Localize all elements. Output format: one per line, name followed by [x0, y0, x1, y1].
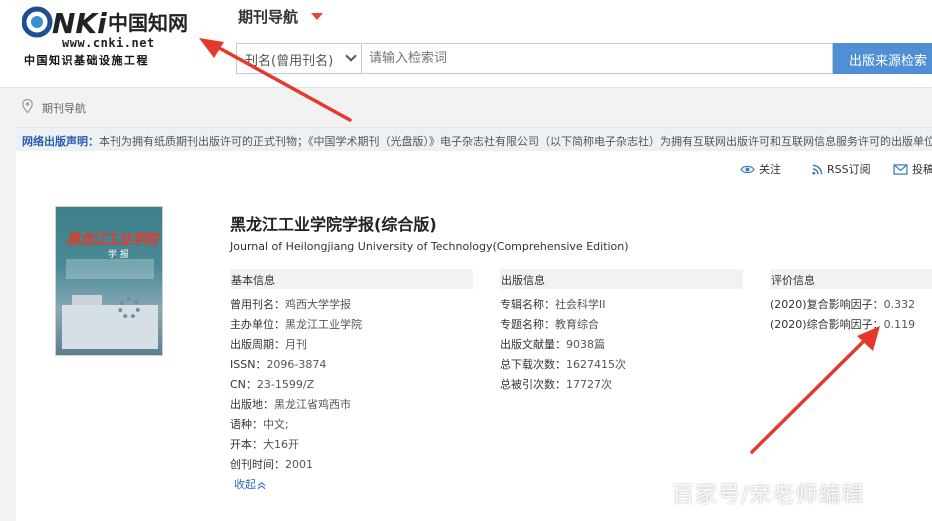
field-value: 1627415次	[566, 358, 626, 371]
cover-title: 黑龙江工业学院	[66, 232, 158, 248]
basic-info-heading: 基本信息	[230, 269, 473, 289]
field-value: 社会科学II	[555, 298, 606, 311]
field-label: 出版文献量：	[500, 338, 566, 351]
envelope-icon	[893, 163, 908, 175]
field-value: 中文;	[263, 418, 289, 431]
top-header: NKi 中国知网 www.cnki.net 中国知识基础设施工程 期刊导航 刊名…	[0, 0, 932, 88]
watermark: 百家号/宋老师编辑	[672, 483, 865, 508]
field-label: 总被引次数：	[500, 378, 566, 391]
field-format: 开本：大16开	[230, 436, 299, 452]
field-value: 2096-3874	[266, 358, 327, 371]
logo-tagline: 中国知识基础设施工程	[24, 54, 149, 67]
journal-nav-menu[interactable]: 期刊导航	[238, 6, 298, 27]
pub-info-heading: 出版信息	[500, 269, 743, 289]
publication-source-search-button[interactable]: 出版来源检索	[833, 43, 932, 74]
field-value: 0.332	[883, 298, 916, 311]
field-sponsor: 主办单位：黑龙江工业学院	[230, 316, 362, 332]
field-value: 鸡西大学学报	[285, 298, 351, 311]
field-label: 开本：	[230, 438, 263, 451]
publishing-notice: 网络出版声明：本刊为拥有纸质期刊出版许可的正式刊物；《中国学术期刊（光盘版）》电…	[16, 127, 932, 151]
cnki-logo[interactable]: NKi 中国知网 www.cnki.net 中国知识基础设施工程	[22, 6, 192, 68]
field-label: 出版地：	[230, 398, 274, 411]
double-chevron-up-icon	[257, 481, 266, 489]
eval-info-heading: 评价信息	[770, 269, 932, 289]
field-value: 月刊	[285, 338, 307, 351]
submit-manuscript-button[interactable]: 投稿	[893, 161, 932, 177]
search-input[interactable]	[363, 43, 833, 74]
chevron-down-icon	[345, 50, 357, 62]
cover-gear-icon	[118, 297, 140, 319]
field-language: 语种：中文;	[230, 416, 289, 432]
journal-detail-card: 关注 RSS订阅 投稿 黑龙江工业学院 学 报 黑龙江工业学院学报(综合版) J…	[16, 151, 932, 521]
field-value: 23-1599/Z	[256, 378, 315, 391]
rss-subscribe-button[interactable]: RSS订阅	[812, 161, 871, 177]
field-label: 创刊时间：	[230, 458, 285, 471]
field-label: CN：	[230, 378, 257, 391]
location-pin-icon	[22, 99, 33, 113]
field-founded: 创刊时间：2001	[230, 456, 313, 472]
journal-title-en: Journal of Heilongjiang University of Te…	[230, 240, 629, 253]
field-article-count: 出版文献量：9038篇	[500, 336, 605, 352]
eye-icon	[740, 165, 755, 173]
field-former-name: 曾用刊名：鸡西大学学报	[230, 296, 351, 312]
field-value: 2001	[285, 458, 313, 471]
field-label: (2020)复合影响因子：	[770, 298, 884, 311]
field-value: 17727次	[566, 378, 612, 391]
field-label: 出版周期：	[230, 338, 285, 351]
field-value: 教育综合	[555, 318, 599, 331]
search-field-select-value: 刊名(曾用刊名)	[245, 54, 334, 69]
field-issn: ISSN：2096-3874	[230, 356, 326, 372]
field-comprehensive-impact-factor: (2020)综合影响因子：0.119	[770, 316, 915, 332]
field-label: (2020)综合影响因子：	[770, 318, 884, 331]
journal-cover-image: 黑龙江工业学院 学 报	[55, 206, 163, 356]
field-value: 黑龙江工业学院	[285, 318, 362, 331]
notice-label: 网络出版声明：	[22, 135, 99, 148]
rss-icon	[812, 164, 823, 175]
svg-text:中国知网: 中国知网	[108, 11, 188, 35]
journal-title: 黑龙江工业学院学报(综合版)	[230, 215, 437, 234]
search-field-select[interactable]: 刊名(曾用刊名)	[236, 43, 362, 74]
collapse-label: 收起	[234, 478, 256, 491]
cover-band	[66, 259, 154, 279]
field-label: 曾用刊名：	[230, 298, 285, 311]
field-value: 9038篇	[566, 338, 605, 351]
collapse-link[interactable]: 收起	[234, 476, 266, 492]
field-composite-impact-factor: (2020)复合影响因子：0.332	[770, 296, 915, 312]
field-frequency: 出版周期：月刊	[230, 336, 307, 352]
field-value: 大16开	[263, 438, 299, 451]
field-cn: CN：23-1599/Z	[230, 376, 314, 392]
breadcrumb-item-journal-nav[interactable]: 期刊导航	[42, 100, 86, 116]
field-value: 0.119	[883, 318, 916, 331]
field-label: 专题名称：	[500, 318, 555, 331]
caret-down-icon[interactable]	[311, 13, 323, 20]
field-label: 主办单位：	[230, 318, 285, 331]
notice-text: 本刊为拥有纸质期刊出版许可的正式刊物；《中国学术期刊（光盘版）》电子杂志社有限公…	[99, 135, 932, 148]
field-label: 总下载次数：	[500, 358, 566, 371]
field-value: 黑龙江省鸡西市	[274, 398, 351, 411]
field-label: 语种：	[230, 418, 263, 431]
field-topic: 专题名称：教育综合	[500, 316, 599, 332]
logo-url: www.cnki.net	[62, 36, 155, 50]
follow-label: 关注	[759, 163, 781, 176]
cover-building	[62, 295, 158, 349]
follow-button[interactable]: 关注	[740, 161, 781, 177]
field-location: 出版地：黑龙江省鸡西市	[230, 396, 351, 412]
field-citations: 总被引次数：17727次	[500, 376, 612, 392]
rss-label: RSS订阅	[827, 163, 871, 176]
field-downloads: 总下载次数：1627415次	[500, 356, 626, 372]
field-label: ISSN：	[230, 358, 267, 371]
field-label: 专辑名称：	[500, 298, 555, 311]
field-album: 专辑名称：社会科学II	[500, 296, 606, 312]
submit-label: 投稿	[912, 163, 932, 176]
